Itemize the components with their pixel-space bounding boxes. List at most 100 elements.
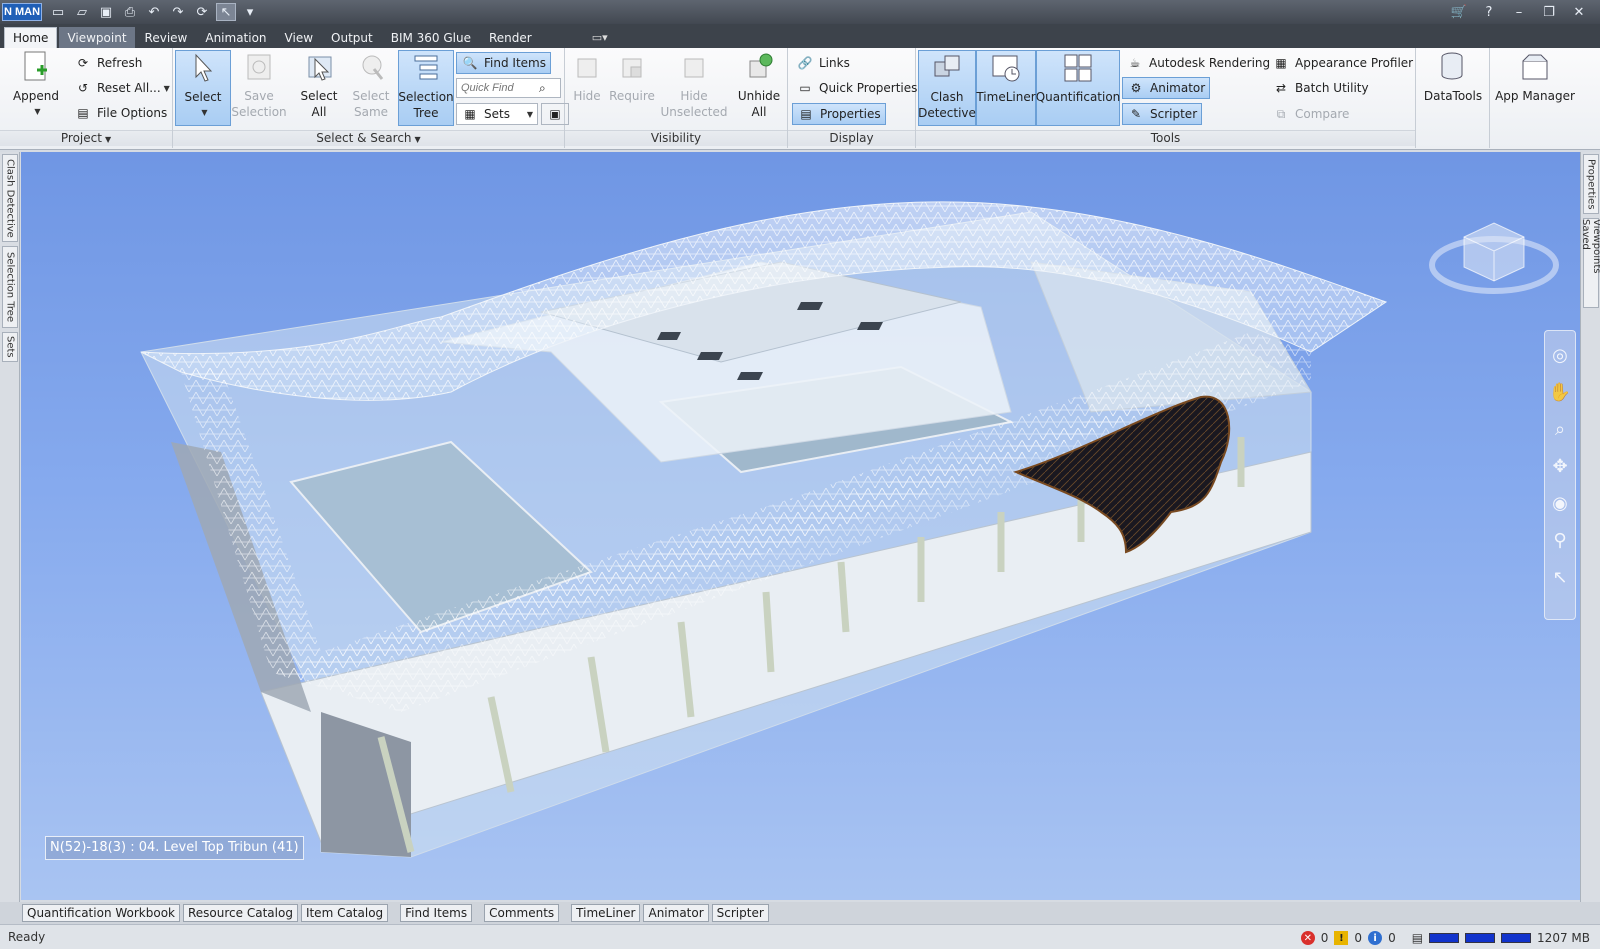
pan-hand-icon[interactable]: ✋	[1549, 382, 1571, 403]
batch-utility-button[interactable]: ⇄ Batch Utility	[1268, 77, 1373, 99]
links-label: Links	[819, 56, 850, 70]
tab-home[interactable]: Home	[4, 27, 58, 48]
refresh-icon: ⟳	[77, 56, 89, 70]
customize-icon[interactable]: ▾	[240, 3, 260, 21]
reset-all-button[interactable]: ↺ Reset All... ▼	[70, 77, 174, 99]
properties-button[interactable]: ▤ Properties	[792, 103, 886, 125]
tab-resource-catalog[interactable]: Resource Catalog	[183, 904, 298, 922]
close-icon[interactable]: ✕	[1566, 3, 1592, 21]
tab-view[interactable]: View	[277, 27, 321, 48]
quick-properties-button[interactable]: ▭ Quick Properties	[792, 77, 921, 99]
animator-label: Animator	[1150, 81, 1206, 95]
walk-icon[interactable]: ⚲	[1553, 530, 1566, 551]
cart-icon[interactable]: 🛒	[1446, 3, 1472, 21]
save-icon[interactable]: ▣	[96, 3, 116, 21]
save-selection-button[interactable]: Save Selection	[231, 50, 287, 126]
selection-tree-button[interactable]: Selection Tree	[398, 50, 454, 126]
hide-unselected-label-1: Hide	[680, 89, 708, 103]
right-tab-saved-viewpoints[interactable]: Saved Viewpoints	[1580, 218, 1600, 308]
panel-label-project[interactable]: Project ▼	[0, 130, 172, 146]
new-file-icon[interactable]: ▭	[48, 3, 68, 21]
compare-button[interactable]: ⧉ Compare	[1268, 103, 1353, 125]
tab-animation[interactable]: Animation	[197, 27, 274, 48]
tab-item-catalog[interactable]: Item Catalog	[300, 904, 389, 922]
app-logo[interactable]: N MAN	[2, 3, 42, 21]
steering-wheel-icon[interactable]: ◎	[1552, 345, 1568, 366]
tab-render[interactable]: Render	[481, 27, 540, 48]
ribbon-options-icon[interactable]: ▭▾	[592, 27, 608, 48]
tab-timeliner[interactable]: TimeLiner	[571, 904, 641, 922]
select-all-button[interactable]: Select All	[291, 50, 347, 126]
select-pointer-icon[interactable]: ↖	[1552, 567, 1567, 588]
clash-detective-button[interactable]: Clash Detective	[918, 50, 976, 126]
tab-quantification-workbook[interactable]: Quantification Workbook	[22, 904, 180, 922]
zoom-icon[interactable]: ⌕	[1555, 419, 1565, 440]
append-label: Append	[12, 89, 60, 103]
info-icon[interactable]: i	[1368, 931, 1383, 945]
batch-utility-icon: ⇄	[1275, 81, 1287, 95]
appearance-profiler-button[interactable]: ▦ Appearance Profiler	[1268, 52, 1417, 74]
help-icon[interactable]: ?	[1476, 3, 1502, 21]
require-icon	[615, 50, 649, 84]
panel-app-manager: App Manager	[1490, 48, 1580, 148]
stadium-model-render	[140, 201, 1388, 858]
refresh-icon[interactable]: ⟳	[192, 3, 212, 21]
open-folder-icon[interactable]: ▱	[72, 3, 92, 21]
select-button[interactable]: Select ▼	[175, 50, 231, 126]
left-tab-sets[interactable]: Sets	[2, 332, 18, 362]
sets-dropdown[interactable]: ▦ Sets ▼	[456, 103, 538, 125]
scripter-button[interactable]: ✎ Scripter	[1122, 103, 1203, 125]
timeliner-button[interactable]: TimeLiner	[976, 50, 1036, 126]
left-tab-selection-tree[interactable]: Selection Tree	[2, 246, 18, 328]
left-tab-clash-detective[interactable]: Clash Detective	[2, 154, 18, 242]
appearance-profiler-label: Appearance Profiler	[1295, 56, 1414, 70]
right-dock: Properties Saved Viewpoints	[1580, 152, 1600, 902]
tab-comments[interactable]: Comments	[484, 904, 560, 922]
select-same-button[interactable]: Select Same	[345, 50, 397, 126]
quick-properties-label: Quick Properties	[819, 81, 918, 95]
tab-viewpoint[interactable]: Viewpoint	[59, 27, 135, 48]
require-button[interactable]: Require	[607, 50, 657, 126]
append-button[interactable]: Append ▼	[8, 50, 64, 126]
3d-viewport[interactable]: ◎ ✋ ⌕ ✥ ◉ ⚲ ↖ N(52)-18(3) : 04. Level To…	[21, 152, 1580, 900]
right-tab-properties[interactable]: Properties	[1583, 154, 1599, 214]
minimize-icon[interactable]: –	[1506, 3, 1532, 21]
redo-icon[interactable]: ↷	[168, 3, 188, 21]
manage-sets-icon: ▣	[549, 107, 561, 121]
links-button[interactable]: 🔗 Links	[792, 52, 854, 74]
restore-icon[interactable]: ❐	[1536, 3, 1562, 21]
orbit-icon[interactable]: ✥	[1552, 456, 1567, 477]
sheet-browser-icon[interactable]: ▤	[1412, 931, 1423, 945]
tab-output[interactable]: Output	[323, 27, 381, 48]
autodesk-rendering-button[interactable]: ☕ Autodesk Rendering	[1122, 52, 1274, 74]
app-manager-button[interactable]: App Manager	[1492, 50, 1578, 126]
animator-button[interactable]: ⚙ Animator	[1122, 77, 1211, 99]
unhide-all-button[interactable]: Unhide All	[733, 50, 785, 126]
find-items-button[interactable]: 🔍 Find Items	[456, 52, 551, 74]
find-items-icon: 🔍	[462, 56, 478, 70]
chevron-down-icon: ▼	[201, 108, 208, 117]
chevron-down-icon: ▼	[526, 109, 533, 119]
tab-review[interactable]: Review	[137, 27, 196, 48]
quick-find-search-icon[interactable]: ⌕	[539, 77, 546, 99]
look-icon[interactable]: ◉	[1552, 493, 1568, 514]
hide-button[interactable]: Hide	[567, 50, 607, 126]
error-icon[interactable]: ✕	[1300, 931, 1315, 945]
warning-icon[interactable]: !	[1334, 931, 1349, 945]
select-pointer-icon[interactable]: ↖	[216, 3, 236, 21]
tab-animator[interactable]: Animator	[643, 904, 709, 922]
viewcube[interactable]	[1426, 197, 1566, 307]
undo-icon[interactable]: ↶	[144, 3, 164, 21]
tab-bim360-glue[interactable]: BIM 360 Glue	[383, 27, 479, 48]
quantification-button[interactable]: Quantification	[1036, 50, 1120, 126]
refresh-button[interactable]: ⟳ Refresh	[70, 52, 146, 74]
tab-find-items[interactable]: Find Items	[400, 904, 473, 922]
panel-label-select-search[interactable]: Select & Search ▼	[173, 130, 564, 146]
print-icon[interactable]: ⎙	[120, 3, 140, 21]
hide-unselected-button[interactable]: Hide Unselected	[657, 50, 731, 126]
file-options-button[interactable]: ▤ File Options	[70, 102, 171, 124]
tab-scripter[interactable]: Scripter	[711, 904, 769, 922]
hide-label: Hide	[573, 89, 601, 103]
datatools-button[interactable]: DataTools	[1420, 50, 1486, 126]
hide-unselected-label-2: Unselected	[660, 105, 728, 119]
